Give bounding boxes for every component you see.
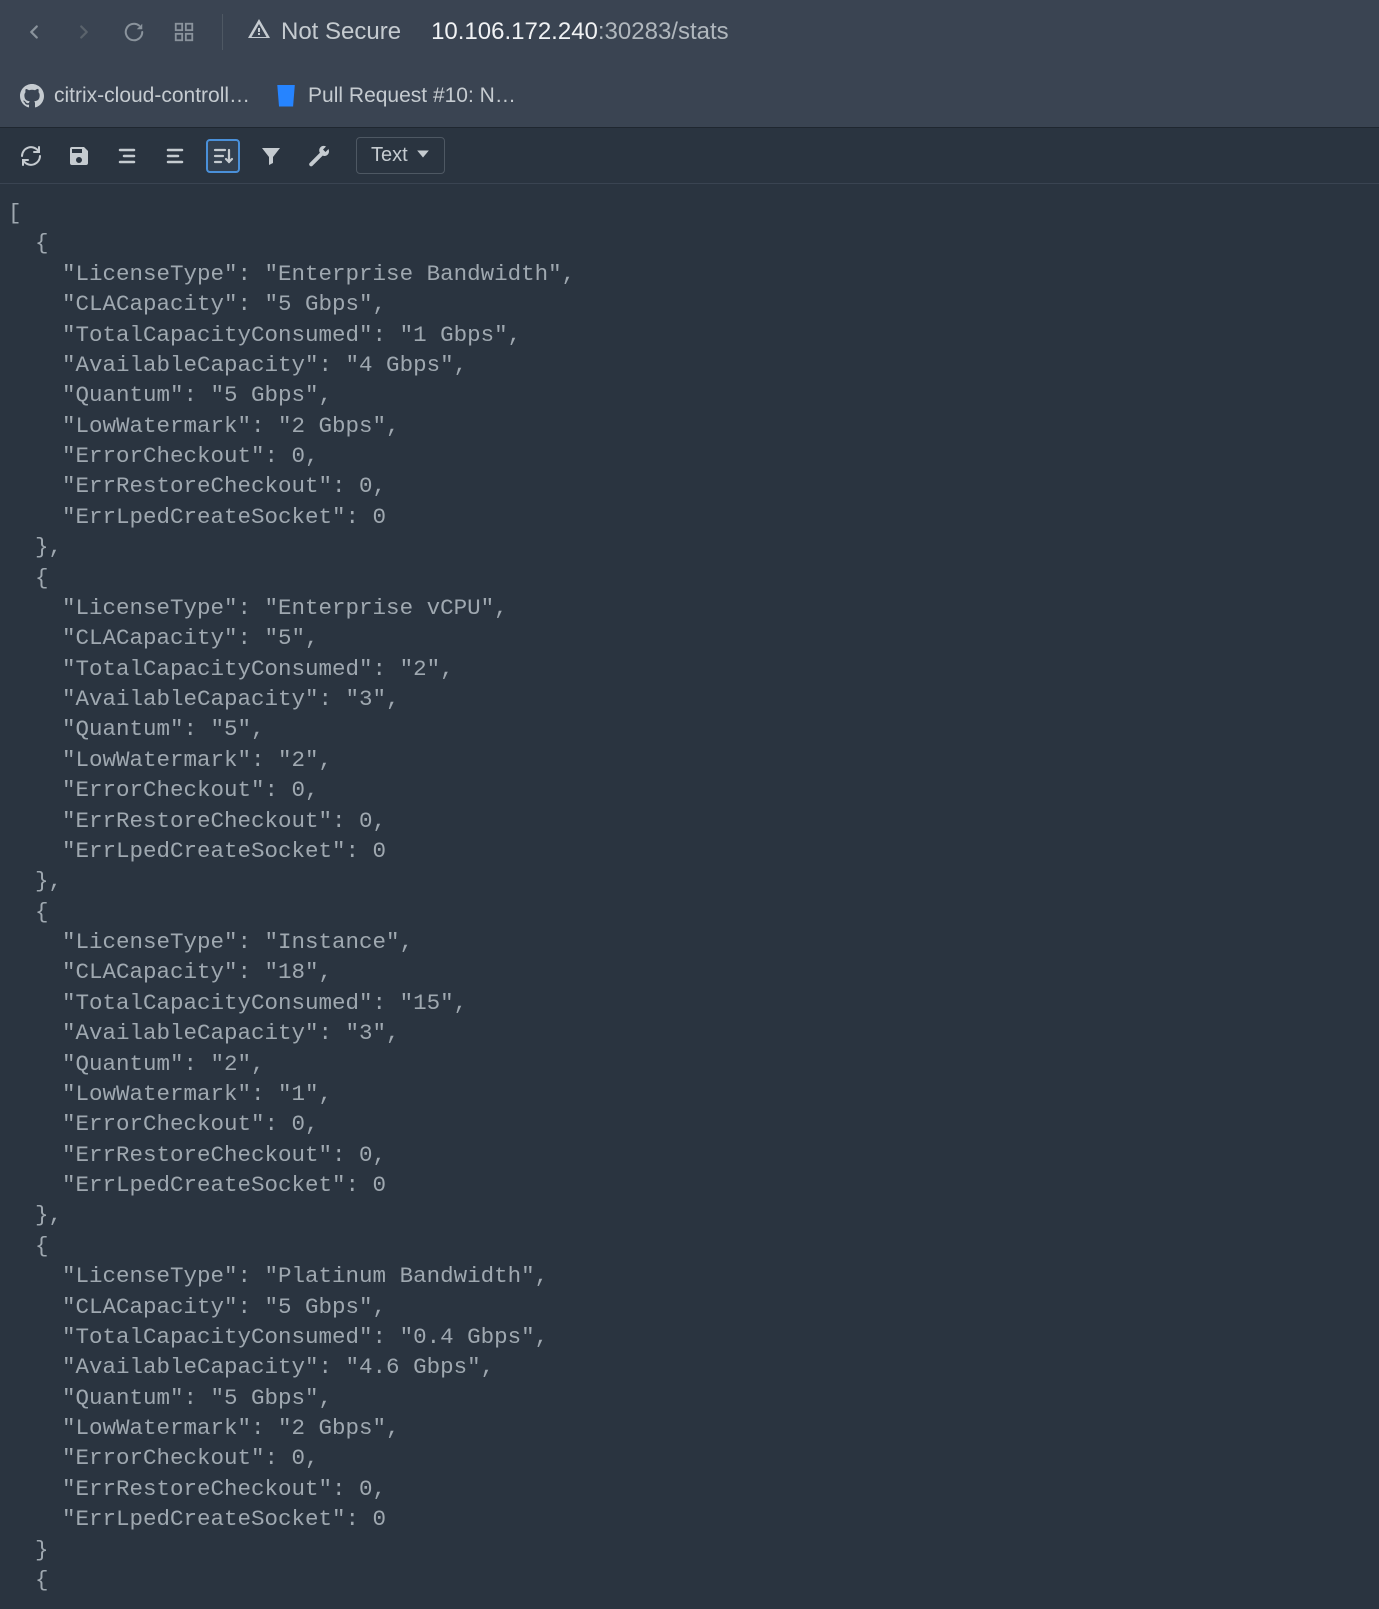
bookmark-item-bitbucket[interactable]: Pull Request #10: N… (274, 84, 516, 108)
url-host: 10.106.172.240 (431, 18, 598, 45)
bookmarks-row: citrix-cloud-controll… Pull Request #10:… (0, 64, 1379, 128)
filter-icon[interactable] (254, 139, 288, 173)
wrench-icon[interactable] (302, 139, 336, 173)
security-label: Not Secure (281, 18, 401, 46)
json-viewer-toolbar: Text (0, 128, 1379, 184)
format-label: Text (371, 144, 408, 167)
chevron-down-icon (416, 144, 430, 167)
bookmark-label: citrix-cloud-controll… (54, 84, 250, 108)
json-content: [ { "LicenseType": "Enterprise Bandwidth… (0, 184, 1379, 1609)
sort-icon[interactable] (206, 139, 240, 173)
url-text[interactable]: 10.106.172.240:30283/stats (431, 18, 729, 46)
bookmark-item-github[interactable]: citrix-cloud-controll… (20, 84, 250, 108)
toolbar-divider (222, 14, 223, 50)
address-bar-row: Not Secure 10.106.172.240:30283/stats (0, 0, 1379, 64)
browser-chrome: Not Secure 10.106.172.240:30283/stats ci… (0, 0, 1379, 128)
back-button[interactable] (20, 18, 48, 46)
bitbucket-icon (274, 84, 298, 108)
reload-button[interactable] (120, 18, 148, 46)
forward-button[interactable] (70, 18, 98, 46)
bookmark-label: Pull Request #10: N… (308, 84, 516, 108)
github-icon (20, 84, 44, 108)
apps-grid-icon[interactable] (170, 18, 198, 46)
indent-right-icon[interactable] (110, 139, 144, 173)
security-badge[interactable]: Not Secure (247, 17, 401, 48)
format-dropdown[interactable]: Text (356, 137, 445, 174)
indent-left-icon[interactable] (158, 139, 192, 173)
warning-icon (247, 17, 271, 48)
refresh-icon[interactable] (14, 139, 48, 173)
url-port-path: :30283/stats (598, 18, 729, 45)
save-icon[interactable] (62, 139, 96, 173)
